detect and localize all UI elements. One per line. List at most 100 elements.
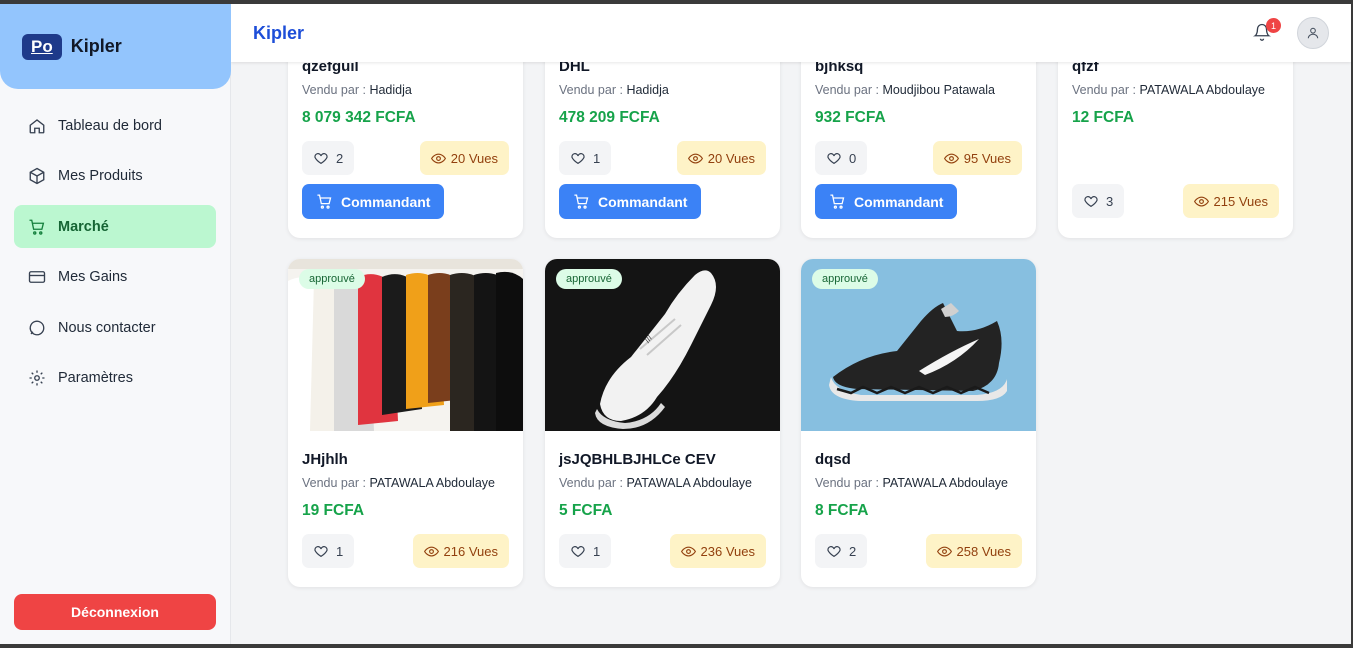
seller-prefix: Vendu par : (559, 476, 623, 490)
views-count: 258 Vues (956, 543, 1011, 559)
user-icon (1307, 27, 1319, 39)
sidebar-item-label: Marché (58, 218, 109, 235)
views-count: 20 Vues (450, 150, 498, 166)
product-price: 932 FCFA (815, 109, 886, 126)
product-stats: 2 258 Vues (815, 534, 1022, 568)
sidebar-item-products[interactable]: Mes Produits (14, 155, 216, 198)
seller-name: Hadidja (626, 83, 669, 97)
status-badge: approuvé (299, 269, 365, 289)
seller-name: PATAWALA Abdoulaye (626, 476, 752, 490)
sidebar-item-settings[interactable]: Paramètres (14, 357, 216, 400)
top-header: Kipler 1 (231, 4, 1351, 62)
sidebar-item-contact[interactable]: Nous contacter (14, 306, 216, 349)
views-badge: 20 Vues (419, 141, 509, 175)
eye-icon (430, 153, 446, 163)
views-count: 216 Vues (443, 543, 498, 559)
seller-prefix: Vendu par : (815, 476, 879, 490)
seller-name: PATAWALA Abdoulaye (882, 476, 1008, 490)
seller-prefix: Vendu par : (302, 476, 366, 490)
views-badge: 236 Vues (669, 534, 766, 568)
like-count: 2 (849, 543, 857, 559)
product-price: 478 209 FCFA (559, 109, 660, 126)
heart-icon (827, 153, 841, 165)
status-badge: approuvé (812, 269, 878, 289)
sidebar-item-label: Mes Produits (58, 168, 143, 184)
sidebar-item-earnings[interactable]: Mes Gains (14, 256, 216, 299)
brand-name: Kipler (70, 36, 122, 56)
product-seller: Vendu par : PATAWALA Abdoulaye (559, 476, 766, 490)
product-seller: Vendu par : PATAWALA Abdoulaye (1072, 83, 1279, 97)
product-seller: Vendu par : Hadidja (302, 83, 509, 97)
sidebar-nav: Tableau de bord Mes Produits Marché Mes … (14, 104, 216, 407)
views-count: 95 Vues (963, 150, 1011, 166)
product-stats: 1 236 Vues (559, 534, 766, 568)
like-count: 3 (1106, 193, 1114, 209)
product-stats: 3 215 Vues (1072, 184, 1279, 218)
like-button[interactable]: 0 (815, 141, 868, 175)
like-button[interactable]: 2 (815, 534, 868, 568)
views-count: 20 Vues (707, 150, 755, 166)
status-badge: approuvé (556, 269, 622, 289)
cart-icon (317, 194, 332, 209)
order-button[interactable]: Commandant (815, 184, 958, 219)
views-count: 215 Vues (1213, 193, 1268, 209)
seller-name: Hadidja (369, 83, 412, 97)
order-button[interactable]: Commandant (559, 184, 702, 219)
eye-icon (680, 546, 696, 556)
product-seller: Vendu par : Hadidja (559, 83, 766, 97)
product-stats: 0 95 Vues (815, 141, 1022, 175)
product-price: 19 FCFA (302, 502, 365, 519)
like-button[interactable]: 2 (302, 141, 355, 175)
product-stats: 1 20 Vues (559, 141, 766, 175)
views-badge: 216 Vues (412, 534, 509, 568)
cart-icon (574, 194, 589, 209)
like-count: 1 (336, 543, 344, 559)
brand[interactable]: Po Kipler (0, 4, 231, 89)
like-button[interactable]: 3 (1072, 184, 1125, 218)
views-count: 236 Vues (700, 543, 755, 559)
home-icon (29, 118, 45, 133)
product-title[interactable]: jsJQBHLBJHLCe CEV (559, 451, 766, 468)
like-button[interactable]: 1 (559, 534, 612, 568)
credit-card-icon (28, 271, 46, 283)
logout-button[interactable]: Déconnexion (14, 594, 216, 630)
seller-prefix: Vendu par : (815, 83, 879, 97)
product-card[interactable]: approuvé dqsd Vendu par : PATAWALA Abdou… (801, 259, 1036, 587)
views-badge: 20 Vues (676, 141, 766, 175)
sidebar-item-label: Paramètres (58, 370, 133, 386)
product-image-white-sneaker[interactable]: /// approuvé (545, 259, 780, 431)
sidebar-item-dashboard[interactable]: Tableau de bord (14, 104, 216, 147)
eye-icon (936, 546, 952, 556)
sidebar-item-label: Tableau de bord (58, 117, 162, 134)
product-card[interactable]: /// approuvé jsJQBHLBJHLCe CEV Vendu par… (545, 259, 780, 587)
notification-button[interactable]: 1 (1253, 18, 1281, 45)
like-button[interactable]: 1 (302, 534, 355, 568)
product-image-clothes-rack[interactable]: approuvé (288, 259, 523, 431)
product-price: 5 FCFA (559, 502, 613, 519)
product-title[interactable]: dqsd (815, 451, 1022, 468)
heart-icon (571, 153, 585, 165)
like-button[interactable]: 1 (559, 141, 612, 175)
heart-icon (314, 153, 328, 165)
avatar[interactable] (1297, 17, 1329, 49)
product-stats: 2 20 Vues (302, 141, 509, 175)
product-card[interactable]: approuvé JHjhlh Vendu par : PATAWALA Abd… (288, 259, 523, 587)
window-frame-top (0, 0, 1353, 4)
heart-icon (314, 546, 328, 558)
product-image-black-sneaker[interactable]: approuvé (801, 259, 1036, 431)
sidebar-item-label: Nous contacter (58, 319, 156, 336)
page-title[interactable]: Kipler (253, 23, 304, 44)
seller-prefix: Vendu par : (302, 83, 366, 97)
sidebar-item-label: Mes Gains (58, 269, 128, 285)
eye-icon (423, 546, 439, 556)
like-count: 1 (593, 543, 601, 559)
order-button[interactable]: Commandant (302, 184, 445, 219)
seller-name: PATAWALA Abdoulaye (1139, 83, 1265, 97)
sidebar-item-market[interactable]: Marché (14, 205, 216, 248)
order-label: Commandant (598, 193, 688, 210)
product-price: 12 FCFA (1072, 109, 1135, 126)
like-count: 1 (593, 150, 601, 166)
eye-icon (687, 153, 703, 163)
product-title[interactable]: JHjhlh (302, 451, 509, 468)
heart-icon (827, 546, 841, 558)
